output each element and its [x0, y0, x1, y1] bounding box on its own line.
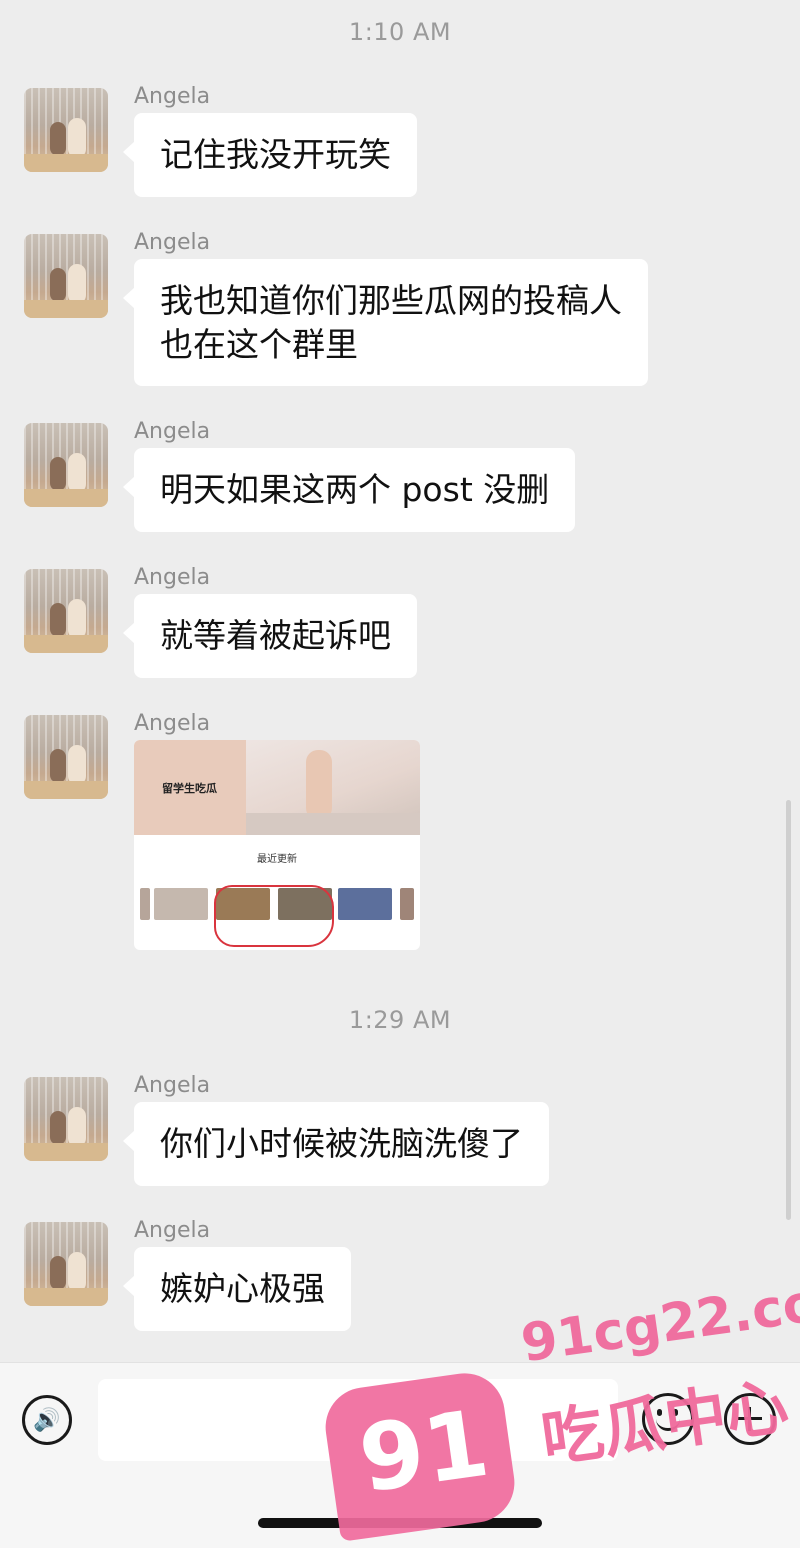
avatar[interactable]	[24, 88, 108, 172]
message-bubble[interactable]: 记住我没开玩笑	[123, 113, 417, 197]
message-bubble[interactable]: 我也知道你们那些瓜网的投稿人 也在这个群里	[123, 259, 648, 386]
message-text-line: 我也知道你们那些瓜网的投稿人	[160, 281, 622, 320]
avatar[interactable]	[24, 715, 108, 799]
message-bubble[interactable]: 嫉妒心极强	[123, 1247, 351, 1331]
timestamp: 1:29 AM	[348, 1006, 452, 1034]
avatar[interactable]	[24, 569, 108, 653]
sender-name: Angela	[134, 1073, 211, 1098]
sender-name: Angela	[134, 565, 211, 590]
image-thumbnail	[338, 888, 392, 920]
avatar[interactable]	[24, 423, 108, 507]
watermark-number: 91	[353, 1389, 495, 1514]
message-text: 就等着被起诉吧	[160, 616, 391, 655]
message-bubble[interactable]: 就等着被起诉吧	[123, 594, 417, 678]
red-circle-annotation	[214, 885, 334, 947]
avatar[interactable]	[24, 1222, 108, 1306]
image-thumbnail	[400, 888, 414, 920]
image-message[interactable]: 留学生吃瓜 最近更新	[134, 740, 420, 950]
image-photo	[246, 740, 420, 835]
scrollbar[interactable]	[786, 800, 791, 1220]
sender-name: Angela	[134, 711, 211, 736]
sender-name: Angela	[134, 84, 211, 109]
message-text-line: 也在这个群里	[160, 325, 358, 364]
avatar[interactable]	[24, 234, 108, 318]
sender-name: Angela	[134, 419, 211, 444]
timestamp: 1:10 AM	[348, 18, 452, 46]
image-thumbnail	[154, 888, 208, 920]
message-text: 记住我没开玩笑	[160, 135, 391, 174]
image-banner-title: 留学生吃瓜	[162, 782, 217, 795]
sender-name: Angela	[134, 1218, 211, 1243]
message-text: 嫉妒心极强	[160, 1269, 325, 1308]
voice-icon[interactable]: 🔊	[22, 1395, 72, 1445]
image-section-title: 最近更新	[257, 854, 297, 865]
message-text: 明天如果这两个 post 没删	[160, 470, 550, 509]
avatar[interactable]	[24, 1077, 108, 1161]
message-bubble[interactable]: 你们小时候被洗脑洗傻了	[123, 1102, 549, 1186]
message-bubble[interactable]: 明天如果这两个 post 没删	[122, 448, 576, 532]
sender-name: Angela	[134, 230, 211, 255]
message-text: 你们小时候被洗脑洗傻了	[160, 1124, 523, 1163]
image-thumbnail	[140, 888, 150, 920]
